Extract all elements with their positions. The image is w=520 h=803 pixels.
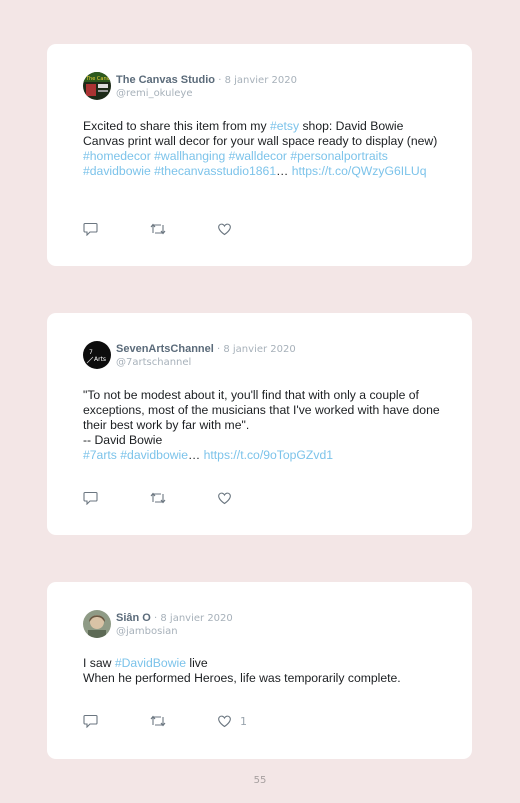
tweet-text: I saw #DavidBowie live When he performed… <box>83 656 442 686</box>
svg-text:Arts: Arts <box>94 356 106 363</box>
svg-text:7: 7 <box>89 349 93 356</box>
tweet-date[interactable]: 8 janvier 2020 <box>225 75 297 86</box>
hashtag-link[interactable]: #DavidBowie <box>115 656 186 670</box>
hashtag-links[interactable]: #7arts #davidbowie <box>83 448 188 462</box>
quote-text: "To not be modest about it, you'll find … <box>83 388 440 432</box>
tweet-header: The Canv The Canvas Studio · 8 janvier 2… <box>83 72 297 100</box>
author-handle[interactable]: @7artschannel <box>116 356 296 369</box>
tweet-text: Excited to share this item from my #etsy… <box>83 119 442 179</box>
text-segment: … <box>188 448 204 462</box>
author-name[interactable]: Siân O <box>116 612 151 624</box>
tweet-actions <box>83 222 277 236</box>
tweet-header: Siân O · 8 janvier 2020 @jambosian <box>83 610 233 638</box>
tweet-date[interactable]: 8 janvier 2020 <box>160 613 232 624</box>
tweet-card: 7 Arts SevenArtsChannel · 8 janvier 2020… <box>47 313 472 535</box>
reply-button[interactable] <box>83 222 150 236</box>
text-line: When he performed Heroes, life was tempo… <box>83 671 401 685</box>
quote-attribution: -- David Bowie <box>83 433 163 447</box>
tweet-text: "To not be modest about it, you'll find … <box>83 388 442 463</box>
author-handle[interactable]: @jambosian <box>116 625 233 638</box>
like-count: 1 <box>240 714 247 728</box>
like-icon <box>218 223 231 236</box>
author-name[interactable]: SevenArtsChannel <box>116 343 214 355</box>
reply-icon <box>83 714 98 728</box>
page-number: 55 <box>253 775 267 786</box>
like-icon <box>218 715 231 728</box>
text-segment: live <box>185 656 208 670</box>
retweet-icon <box>150 492 166 504</box>
reply-icon <box>83 222 98 236</box>
tweet-date[interactable]: 8 janvier 2020 <box>223 344 295 355</box>
author-handle[interactable]: @remi_okuleye <box>116 87 297 100</box>
separator: · <box>150 613 161 624</box>
avatar[interactable]: The Canv <box>83 72 111 100</box>
separator: · <box>213 344 224 355</box>
retweet-icon <box>150 223 166 235</box>
retweet-button[interactable] <box>150 491 217 505</box>
reply-icon <box>83 491 98 505</box>
tweet-actions: 1 <box>83 714 277 728</box>
text-segment: I saw <box>83 656 115 670</box>
url-link[interactable]: https://t.co/9oTopGZvd1 <box>204 448 333 462</box>
separator: · <box>215 75 225 86</box>
url-link[interactable]: https://t.co/QWzyG6ILUq <box>292 164 427 178</box>
like-button[interactable] <box>217 491 277 505</box>
tweet-header: 7 Arts SevenArtsChannel · 8 janvier 2020… <box>83 341 296 369</box>
tweet-card: The Canv The Canvas Studio · 8 janvier 2… <box>47 44 472 266</box>
author-name[interactable]: The Canvas Studio <box>116 74 215 86</box>
like-icon <box>218 492 231 505</box>
reply-button[interactable] <box>83 714 150 728</box>
avatar[interactable]: 7 Arts <box>83 341 111 369</box>
svg-text:The Canv: The Canv <box>85 76 110 82</box>
text-segment: … <box>276 164 292 178</box>
tweet-actions <box>83 491 277 505</box>
retweet-button[interactable] <box>150 222 217 236</box>
text-segment: Excited to share this item from my <box>83 119 270 133</box>
like-button[interactable] <box>217 222 277 236</box>
retweet-button[interactable] <box>150 714 217 728</box>
hashtag-link[interactable]: #etsy <box>270 119 299 133</box>
reply-button[interactable] <box>83 491 150 505</box>
tweet-card: Siân O · 8 janvier 2020 @jambosian I saw… <box>47 582 472 759</box>
like-button[interactable]: 1 <box>217 714 277 728</box>
retweet-icon <box>150 715 166 727</box>
avatar[interactable] <box>83 610 111 638</box>
